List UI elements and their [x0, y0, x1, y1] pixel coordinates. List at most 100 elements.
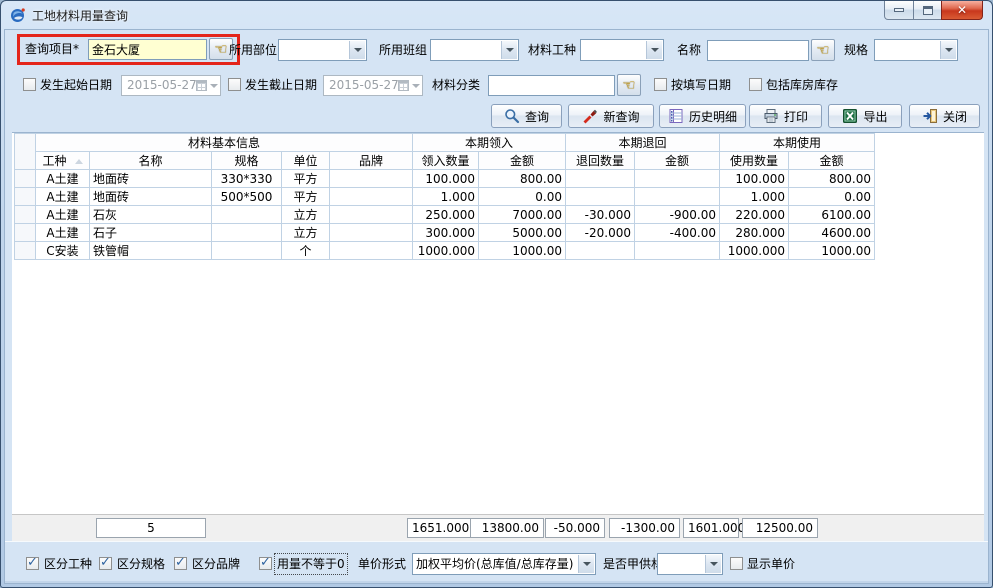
group-received: 本期领入 [413, 134, 566, 152]
chevron-down-icon [210, 84, 218, 88]
group-used: 本期使用 [720, 134, 875, 152]
material-category-picker-button[interactable]: ☜ [617, 74, 641, 96]
col-recv-amt[interactable]: 金额 [479, 152, 566, 170]
query-project-input[interactable] [88, 39, 207, 60]
materials-grid: 材料基本信息 本期领入 本期退回 本期使用 工种 名称 规格 单位 品牌 领入数… [14, 133, 875, 260]
print-button[interactable]: 打印 [749, 104, 822, 128]
by-fill-date-label: 按填写日期 [671, 74, 731, 96]
excel-icon [842, 108, 858, 124]
minimize-button[interactable] [884, 1, 914, 20]
hand-picker-icon: ☜ [214, 42, 227, 57]
summary-row-count: 5 [96, 518, 206, 538]
titlebar: 工地材料用量查询 ✕ [1, 1, 992, 29]
end-date-label: 发生截止日期 [245, 74, 317, 96]
split-trade-checkbox[interactable] [26, 557, 39, 570]
split-spec-checkbox[interactable] [99, 557, 112, 570]
export-button[interactable]: 导出 [828, 104, 902, 128]
material-name-input[interactable] [707, 40, 809, 61]
column-header-row: 工种 名称 规格 单位 品牌 领入数量 金额 退回数量 金额 使用数量 金额 [15, 152, 875, 170]
query-button[interactable]: 查询 [491, 104, 562, 128]
start-date-label: 发生起始日期 [40, 74, 112, 96]
by-fill-date-checkbox[interactable] [654, 78, 667, 91]
col-recv-qty[interactable]: 领入数量 [413, 152, 479, 170]
col-spec[interactable]: 规格 [212, 152, 282, 170]
price-mode-select[interactable]: 加权平均价(总库值/总库存量) [412, 553, 596, 575]
query-project-highlight: 查询项目* ☜ [17, 34, 240, 65]
material-trade-label: 材料工种 [528, 39, 576, 61]
used-team-label: 所用班组 [379, 39, 427, 61]
price-mode-label: 单价形式 [358, 554, 406, 574]
history-detail-button[interactable]: 历史明细 [659, 104, 746, 128]
material-trade-select[interactable] [580, 39, 664, 61]
results-grid-area: 材料基本信息 本期领入 本期退回 本期使用 工种 名称 规格 单位 品牌 领入数… [12, 132, 984, 514]
maximize-icon [923, 6, 933, 15]
material-category-label: 材料分类 [432, 74, 480, 96]
nonzero-usage-checkbox[interactable] [259, 557, 272, 570]
material-category-input[interactable] [488, 75, 615, 96]
used-part-label: 所用部位 [229, 39, 277, 61]
include-stock-checkbox[interactable] [749, 78, 762, 91]
chevron-down-icon[interactable] [940, 41, 956, 59]
end-date-checkbox[interactable] [228, 78, 241, 91]
table-row[interactable]: A土建石子 立方 300.000 5000.00-20.000 -400.002… [15, 224, 875, 242]
material-name-picker-button[interactable]: ☜ [811, 39, 835, 61]
close-button[interactable]: ✕ [941, 1, 983, 20]
app-icon [10, 7, 26, 23]
show-price-checkbox[interactable] [730, 557, 743, 570]
split-brand-checkbox[interactable] [174, 557, 187, 570]
nonzero-usage-label: 用量不等于0 [275, 554, 347, 574]
summary-strip: 5 1651.000 13800.00 -50.000 -1300.00 160… [12, 514, 984, 541]
col-brand[interactable]: 品牌 [330, 152, 413, 170]
new-query-button[interactable]: 新查询 [568, 104, 654, 128]
history-list-icon [668, 108, 684, 124]
summary-used-amt: 12500.00 [742, 518, 818, 538]
col-ret-qty[interactable]: 退回数量 [566, 152, 635, 170]
chevron-down-icon[interactable] [646, 41, 662, 59]
col-ret-amt[interactable]: 金额 [635, 152, 720, 170]
brush-icon [582, 108, 598, 124]
summary-received-amt: 13800.00 [470, 518, 544, 538]
col-unit[interactable]: 单位 [282, 152, 330, 170]
table-row[interactable]: A土建地面砖 500*500平方 1.000 0.00 1.000 0.00 [15, 188, 875, 206]
col-trade[interactable]: 工种 [36, 152, 90, 170]
start-date-field[interactable]: 2015-05-27 [121, 75, 221, 96]
summary-returned-qty: -50.000 [545, 518, 605, 538]
table-row[interactable]: A土建地面砖 330*330平方 100.000 800.00 100.000 … [15, 170, 875, 188]
row-selector-header [15, 134, 36, 170]
sort-asc-icon [75, 159, 83, 164]
chevron-down-icon[interactable] [578, 555, 594, 573]
group-header-row: 材料基本信息 本期领入 本期退回 本期使用 [15, 134, 875, 152]
chevron-down-icon[interactable] [705, 555, 721, 573]
col-use-amt[interactable]: 金额 [789, 152, 875, 170]
col-name[interactable]: 名称 [90, 152, 212, 170]
table-row[interactable]: A土建石灰 立方 250.000 7000.00-30.000 -900.002… [15, 206, 875, 224]
show-price-label: 显示单价 [747, 554, 795, 574]
material-name-label: 名称 [677, 39, 701, 61]
close-form-button[interactable]: 关闭 [909, 104, 980, 128]
search-icon [504, 108, 520, 124]
maximize-button[interactable] [913, 1, 942, 20]
end-date-field[interactable]: 2015-05-27 [323, 75, 423, 96]
spec-select[interactable] [874, 39, 958, 61]
summary-used-qty: 1601.000 [683, 518, 739, 538]
chevron-down-icon[interactable] [501, 41, 517, 59]
used-team-select[interactable] [430, 39, 519, 61]
used-part-select[interactable] [278, 39, 367, 61]
include-stock-label: 包括库房库存 [766, 74, 838, 96]
window-title: 工地材料用量查询 [32, 7, 128, 24]
window-controls: ✕ [885, 1, 983, 20]
chevron-down-icon[interactable] [349, 41, 365, 59]
col-use-qty[interactable]: 使用数量 [720, 152, 789, 170]
calendar-icon [196, 80, 207, 91]
calendar-icon [398, 80, 409, 91]
close-icon: ✕ [957, 3, 967, 17]
chevron-down-icon [412, 84, 420, 88]
owner-supplied-label: 是否甲供材 [603, 554, 663, 574]
split-trade-label: 区分工种 [44, 554, 92, 574]
start-date-checkbox[interactable] [23, 78, 36, 91]
hand-picker-icon: ☜ [816, 43, 829, 58]
minimize-icon [894, 8, 904, 12]
owner-supplied-select[interactable] [657, 553, 723, 575]
table-row[interactable]: C安装铁管帽 个 1000.000 1000.00 1000.000 1000.… [15, 242, 875, 260]
summary-received-qty: 1651.000 [407, 518, 472, 538]
